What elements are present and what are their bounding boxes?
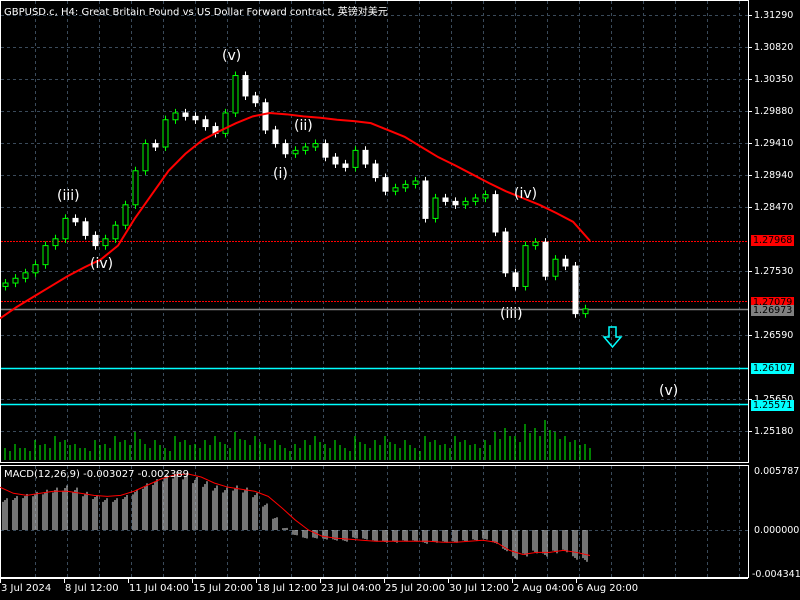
candle-body	[222, 112, 229, 134]
candle-body	[402, 183, 409, 189]
candle-body	[62, 217, 69, 240]
candle-body	[522, 245, 529, 287]
price-axis-label: 1.30820	[754, 41, 794, 53]
candle-body	[22, 272, 29, 279]
candle-body	[32, 264, 39, 274]
candle-body	[2, 282, 9, 287]
candle-body	[82, 221, 89, 236]
candle-body	[362, 149, 369, 165]
candle-body	[132, 170, 139, 206]
candle-body	[292, 149, 299, 155]
candle-body	[562, 258, 569, 267]
down-arrow-icon	[602, 326, 623, 349]
cyan-level-1-label: 1.26107	[751, 363, 795, 374]
wave-label: (iv)	[90, 256, 114, 272]
candle-body	[532, 241, 539, 247]
candle-body	[442, 197, 449, 202]
candle-body	[142, 143, 149, 172]
candle-body	[452, 200, 459, 206]
wave-label: (v)	[222, 48, 242, 64]
price-axis-label: 1.31290	[754, 9, 794, 21]
candle-body	[462, 200, 469, 206]
price-axis-label: 1.29410	[754, 137, 794, 149]
candle-body	[162, 119, 169, 148]
wave-label: (iii)	[500, 306, 523, 322]
candle-body	[512, 272, 519, 287]
candle-body	[382, 177, 389, 192]
candle-body	[152, 143, 159, 148]
price-axis-label: 1.28940	[754, 169, 794, 181]
candle-body	[312, 143, 319, 148]
candle-body	[172, 112, 179, 121]
time-axis-label: 18 Jul 12:00	[257, 583, 317, 594]
candle-body	[432, 197, 439, 219]
candle-body	[92, 234, 99, 247]
chart-title: GBPUSD.c, H4: Great Britain Pound vs US …	[4, 7, 388, 18]
candle-body	[572, 265, 579, 315]
candle-body	[412, 180, 419, 185]
wave-label: (iii)	[57, 188, 80, 204]
price-axis-label: 1.25180	[754, 425, 794, 437]
candle-body	[192, 115, 199, 121]
macd-axis-max: 0.005787	[754, 466, 800, 477]
candle-body	[122, 204, 129, 226]
time-axis-label: 15 Jul 20:00	[193, 583, 253, 594]
price-axis-label: 1.26590	[754, 329, 794, 341]
macd-signal-line	[0, 473, 591, 556]
candle-body	[282, 143, 289, 155]
price-chart[interactable]	[0, 0, 800, 600]
candle-body	[112, 224, 119, 240]
resistance-price-label: 1.27968	[751, 235, 795, 246]
wave-label: (i)	[273, 166, 288, 182]
wave-label: (ii)	[294, 118, 313, 134]
time-axis-label: 6 Aug 20:00	[577, 583, 639, 594]
candle-body	[52, 238, 59, 247]
candle-body	[322, 143, 329, 158]
time-axis-label: 3 Jul 2024	[1, 583, 52, 594]
time-axis-label: 8 Jul 12:00	[65, 583, 119, 594]
price-axis-label: 1.28470	[754, 201, 794, 213]
candle-body	[302, 146, 309, 151]
candle-body	[582, 308, 589, 315]
candle-body	[242, 75, 249, 97]
candle-body	[182, 112, 189, 117]
cyan-level-2-label: 1.25571	[751, 400, 795, 411]
candle-body	[72, 217, 79, 223]
wave-label: (iv)	[514, 186, 538, 202]
time-axis-label: 30 Jul 12:00	[449, 583, 509, 594]
candle-body	[372, 163, 379, 179]
candle-body	[332, 156, 339, 165]
candle-body	[482, 194, 489, 199]
candle-body	[492, 194, 499, 233]
wave-label: (v)	[659, 383, 679, 399]
time-axis-label: 11 Jul 04:00	[129, 583, 189, 594]
candle-body	[422, 180, 429, 219]
price-axis-label: 1.27530	[754, 265, 794, 277]
price-axis-label: 1.30350	[754, 73, 794, 85]
macd-title: MACD(12,26,9) -0.003027 -0.002389	[4, 469, 189, 480]
time-axis-label: 25 Jul 20:00	[385, 583, 445, 594]
candle-body	[342, 163, 349, 168]
candle-body	[232, 75, 239, 114]
candle-body	[102, 238, 109, 247]
candle-body	[552, 258, 559, 277]
candle-body	[262, 102, 269, 131]
candle-body	[502, 231, 509, 274]
macd-axis-min: -0.004341	[752, 569, 800, 580]
candle-body	[42, 245, 49, 266]
price-axis-label: 1.29880	[754, 105, 794, 117]
time-axis-label: 23 Jul 04:00	[321, 583, 381, 594]
macd-axis-zero: 0.000000	[754, 525, 800, 536]
candle-body	[542, 241, 549, 277]
time-axis-label: 2 Aug 04:00	[513, 583, 575, 594]
bid-price-label: 1.26973	[751, 305, 795, 316]
candle-body	[392, 187, 399, 192]
candle-body	[12, 277, 19, 284]
candle-body	[272, 129, 279, 145]
candle-body	[202, 119, 209, 128]
candle-body	[472, 197, 479, 202]
candle-body	[252, 95, 259, 104]
candle-body	[352, 149, 359, 168]
